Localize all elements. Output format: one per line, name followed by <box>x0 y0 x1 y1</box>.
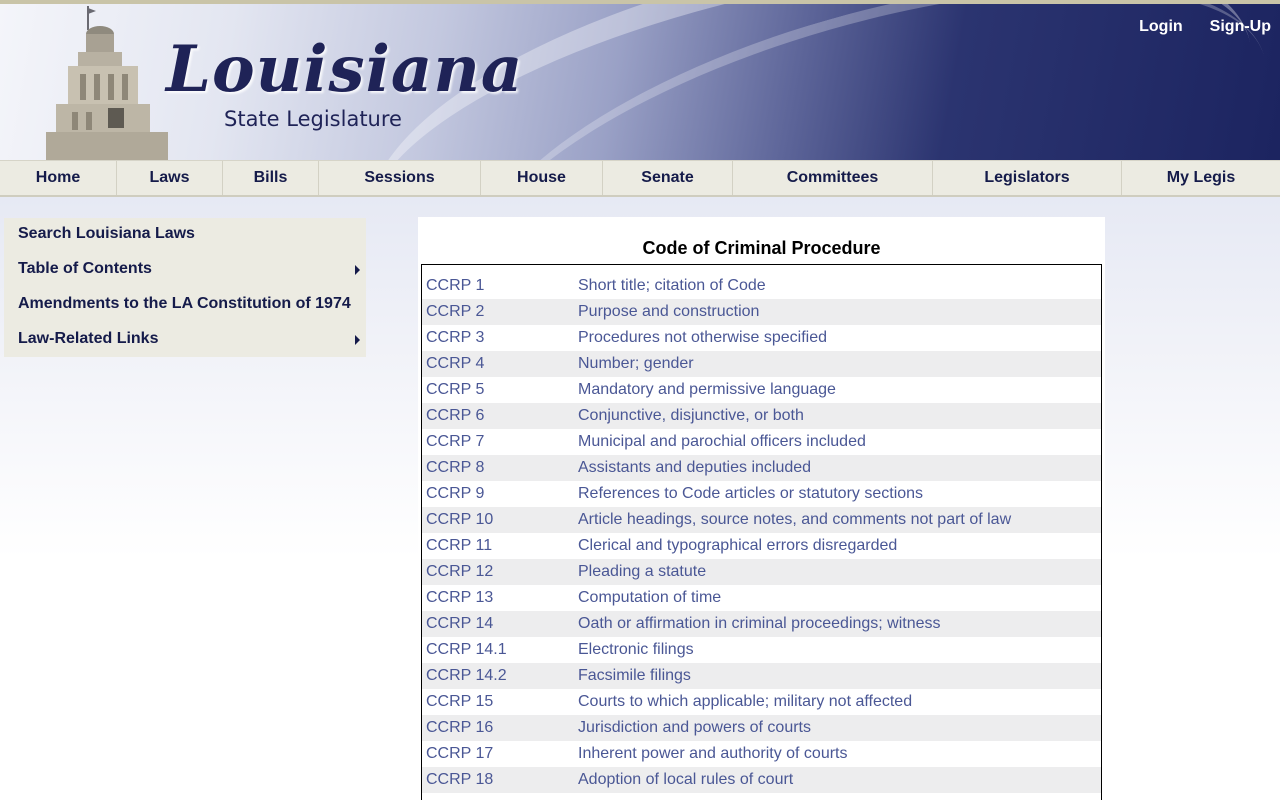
law-number-link[interactable]: CCRP 12 <box>422 563 578 581</box>
table-row: CCRP 6 Conjunctive, disjunctive, or both <box>422 403 1101 429</box>
law-number-link[interactable]: CCRP 13 <box>422 589 578 607</box>
law-number-link[interactable]: CCRP 14.1 <box>422 641 578 659</box>
law-title-link[interactable]: Inherent power and authority of courts <box>578 745 1101 763</box>
site-header: Louisiana State Legislature Login Sign-U… <box>0 0 1280 160</box>
law-number-link[interactable]: CCRP 17 <box>422 745 578 763</box>
law-number-link[interactable]: CCRP 10 <box>422 511 578 529</box>
law-number-link[interactable]: CCRP 11 <box>422 537 578 555</box>
chevron-right-icon <box>355 265 360 275</box>
logo-state-legislature[interactable]: State Legislature <box>224 107 402 131</box>
nav-house[interactable]: House <box>481 161 603 195</box>
table-row: CCRP 4 Number; gender <box>422 351 1101 377</box>
nav-home[interactable]: Home <box>0 161 117 195</box>
table-row: CCRP 11 Clerical and typographical errors… <box>422 533 1101 559</box>
table-row: CCRP 17 Inherent power and authority of c… <box>422 741 1101 767</box>
table-row: CCRP 3 Procedures not otherwise specified <box>422 325 1101 351</box>
law-title-link[interactable]: Assistants and deputies included <box>578 459 1101 477</box>
capitol-building-icon <box>46 6 168 160</box>
law-title-link[interactable]: Mandatory and permissive language <box>578 381 1101 399</box>
nav-senate[interactable]: Senate <box>603 161 733 195</box>
law-number-link[interactable]: CCRP 18 <box>422 771 578 789</box>
law-number-link[interactable]: CCRP 7 <box>422 433 578 451</box>
table-row: CCRP 15 Courts to which applicable; milit… <box>422 689 1101 715</box>
table-row: CCRP 14.1 Electronic filings <box>422 637 1101 663</box>
table-row: CCRP 2 Purpose and construction <box>422 299 1101 325</box>
table-row: CCRP 7 Municipal and parochial officers i… <box>422 429 1101 455</box>
law-number-link[interactable]: CCRP 14.2 <box>422 667 578 685</box>
law-title-link[interactable]: Procedures not otherwise specified <box>578 329 1101 347</box>
law-number-link[interactable]: CCRP 14 <box>422 615 578 633</box>
nav-bills[interactable]: Bills <box>223 161 319 195</box>
law-title-link[interactable]: References to Code articles or statutory… <box>578 485 1101 503</box>
sidebar-item-law-related-links[interactable]: Law-Related Links <box>4 327 366 362</box>
table-row: CCRP 9 References to Code articles or sta… <box>422 481 1101 507</box>
law-title-link[interactable]: Municipal and parochial officers include… <box>578 433 1101 451</box>
law-title-link[interactable]: Jurisdiction and powers of courts <box>578 719 1101 737</box>
law-title-link[interactable]: Conjunctive, disjunctive, or both <box>578 407 1101 425</box>
law-title-link[interactable]: Oath or affirmation in criminal proceedi… <box>578 615 1101 633</box>
chevron-right-icon <box>355 335 360 345</box>
law-number-link[interactable]: CCRP 4 <box>422 355 578 373</box>
logo-louisiana[interactable]: Louisiana <box>166 30 523 110</box>
law-number-link[interactable]: CCRP 8 <box>422 459 578 477</box>
sidebar-item-table-of-contents[interactable]: Table of Contents <box>4 257 366 292</box>
sidebar-item-label: Law-Related Links <box>18 330 159 347</box>
law-title-link[interactable]: Article headings, source notes, and comm… <box>578 511 1101 529</box>
table-row: CCRP 5 Mandatory and permissive language <box>422 377 1101 403</box>
user-links: Login Sign-Up <box>1139 18 1271 36</box>
page-title: Code of Criminal Procedure <box>642 238 881 258</box>
table-row: CCRP 10 Article headings, source notes, a… <box>422 507 1101 533</box>
law-title-link[interactable]: Number; gender <box>578 355 1101 373</box>
law-title-link[interactable]: Pleading a statute <box>578 563 1101 581</box>
sidebar-item-search-laws[interactable]: Search Louisiana Laws <box>4 222 366 257</box>
signup-link[interactable]: Sign-Up <box>1210 18 1271 36</box>
table-row: CCRP 14.2 Facsimile filings <box>422 663 1101 689</box>
nav-laws[interactable]: Laws <box>117 161 223 195</box>
law-title-link[interactable]: Clerical and typographical errors disreg… <box>578 537 1101 555</box>
law-number-link[interactable]: CCRP 1 <box>422 277 578 295</box>
nav-committees[interactable]: Committees <box>733 161 933 195</box>
law-title-link[interactable]: Electronic filings <box>578 641 1101 659</box>
law-number-link[interactable]: CCRP 5 <box>422 381 578 399</box>
table-row: CCRP 18 Adoption of local rules of court <box>422 767 1101 793</box>
law-title-link[interactable]: Short title; citation of Code <box>578 277 1101 295</box>
law-number-link[interactable]: CCRP 3 <box>422 329 578 347</box>
table-row: CCRP 13 Computation of time <box>422 585 1101 611</box>
login-link[interactable]: Login <box>1139 18 1183 36</box>
table-row: CCRP 1 Short title; citation of Code <box>422 273 1101 299</box>
law-title-link[interactable]: Courts to which applicable; military not… <box>578 693 1101 711</box>
law-number-link[interactable]: CCRP 2 <box>422 303 578 321</box>
law-title-link[interactable]: Purpose and construction <box>578 303 1101 321</box>
sidebar-item-amendments[interactable]: Amendments to the LA Constitution of 197… <box>4 292 366 327</box>
sidebar-menu: Search Louisiana Laws Table of Contents … <box>4 218 366 357</box>
law-number-link[interactable]: CCRP 15 <box>422 693 578 711</box>
table-row: CCRP 8 Assistants and deputies included <box>422 455 1101 481</box>
law-title-link[interactable]: Adoption of local rules of court <box>578 771 1101 789</box>
main-nav: Home Laws Bills Sessions House Senate Co… <box>0 160 1280 197</box>
nav-legislators[interactable]: Legislators <box>933 161 1122 195</box>
sidebar-item-label: Search Louisiana Laws <box>18 225 195 242</box>
law-number-link[interactable]: CCRP 9 <box>422 485 578 503</box>
table-row: CCRP 16 Jurisdiction and powers of courts <box>422 715 1101 741</box>
sidebar-item-label: Table of Contents <box>18 260 152 277</box>
law-title-link[interactable]: Computation of time <box>578 589 1101 607</box>
content-panel: Code of Criminal Procedure CCRP 1 Short t… <box>418 217 1105 800</box>
nav-my-legis[interactable]: My Legis <box>1122 161 1280 195</box>
law-number-link[interactable]: CCRP 6 <box>422 407 578 425</box>
sidebar-item-label: Amendments to the LA Constitution of 197… <box>18 295 351 312</box>
law-number-link[interactable]: CCRP 16 <box>422 719 578 737</box>
table-row: CCRP 14 Oath or affirmation in criminal p… <box>422 611 1101 637</box>
law-title-link[interactable]: Facsimile filings <box>578 667 1101 685</box>
law-table: CCRP 1 Short title; citation of Code CCRP … <box>421 264 1102 800</box>
nav-sessions[interactable]: Sessions <box>319 161 481 195</box>
table-row: CCRP 12 Pleading a statute <box>422 559 1101 585</box>
